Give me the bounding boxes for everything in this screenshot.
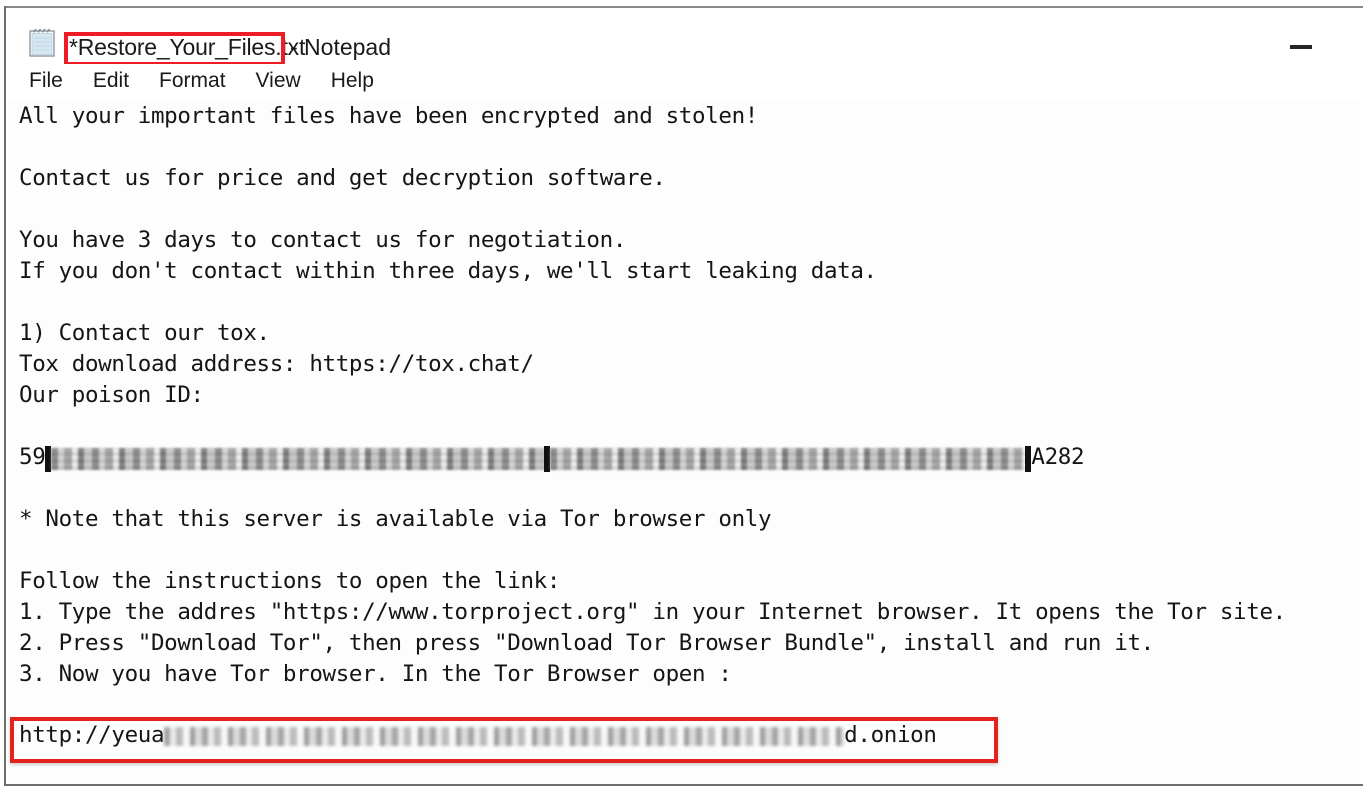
onion-url-suffix: d.onion xyxy=(844,721,937,748)
menu-item-format[interactable]: Format xyxy=(159,69,226,93)
notepad-window: *Restore_Your_Files.txt - Notepad File E… xyxy=(0,0,1363,791)
note-line: 1. Type the addres "https://www.torproje… xyxy=(19,599,1286,625)
minimize-icon xyxy=(1290,45,1312,49)
redaction-edge-mark xyxy=(1025,445,1032,472)
poison-id-suffix: A282 xyxy=(1031,444,1085,470)
ransom-note-text: All your important files have been encry… xyxy=(19,101,1359,721)
note-line: Tox download address: https://tox.chat/ xyxy=(19,351,534,377)
poison-id-redacted-part-2 xyxy=(550,447,1026,470)
poison-id-redacted-part-1 xyxy=(51,447,545,470)
poison-id-prefix: 59 xyxy=(19,444,46,470)
note-line: Our poison ID: xyxy=(19,382,204,408)
poison-id-line: 59 A282 xyxy=(19,442,1359,473)
onion-url-line: http://yeua d.onion xyxy=(19,719,937,750)
note-line: You have 3 days to contact us for negoti… xyxy=(19,227,627,253)
menu-item-view[interactable]: View xyxy=(256,69,301,93)
menu-item-edit[interactable]: Edit xyxy=(93,69,129,93)
note-line: 1) Contact our tox. xyxy=(19,320,270,346)
note-line: Contact us for price and get decryption … xyxy=(19,165,666,191)
note-line: 2. Press "Download Tor", then press "Dow… xyxy=(19,630,1154,656)
window-border-bottom xyxy=(4,784,1363,786)
notepad-icon xyxy=(26,25,60,59)
menu-bar: File Edit Format View Help xyxy=(7,64,1359,98)
menu-item-help[interactable]: Help xyxy=(331,69,374,93)
note-line: All your important files have been encry… xyxy=(19,103,758,129)
note-line: 3. Now you have Tor browser. In the Tor … xyxy=(19,661,732,687)
notepad-text-area[interactable]: All your important files have been encry… xyxy=(7,99,1359,784)
title-bar[interactable]: *Restore_Your_Files.txt - Notepad xyxy=(7,9,1359,66)
onion-url-prefix: http://yeua xyxy=(19,721,165,748)
window-title-app: - Notepad xyxy=(290,34,392,60)
window-border-top xyxy=(4,6,1363,8)
menu-item-file[interactable]: File xyxy=(29,69,63,93)
window-title-filename: *Restore_Your_Files.txt xyxy=(69,34,306,60)
minimize-button[interactable] xyxy=(1288,37,1314,55)
onion-url-redacted xyxy=(164,727,845,746)
note-line: Follow the instructions to open the link… xyxy=(19,568,561,594)
note-line: * Note that this server is available via… xyxy=(19,506,772,532)
note-line: If you don't contact within three days, … xyxy=(19,258,877,284)
window-border-left xyxy=(4,6,6,786)
